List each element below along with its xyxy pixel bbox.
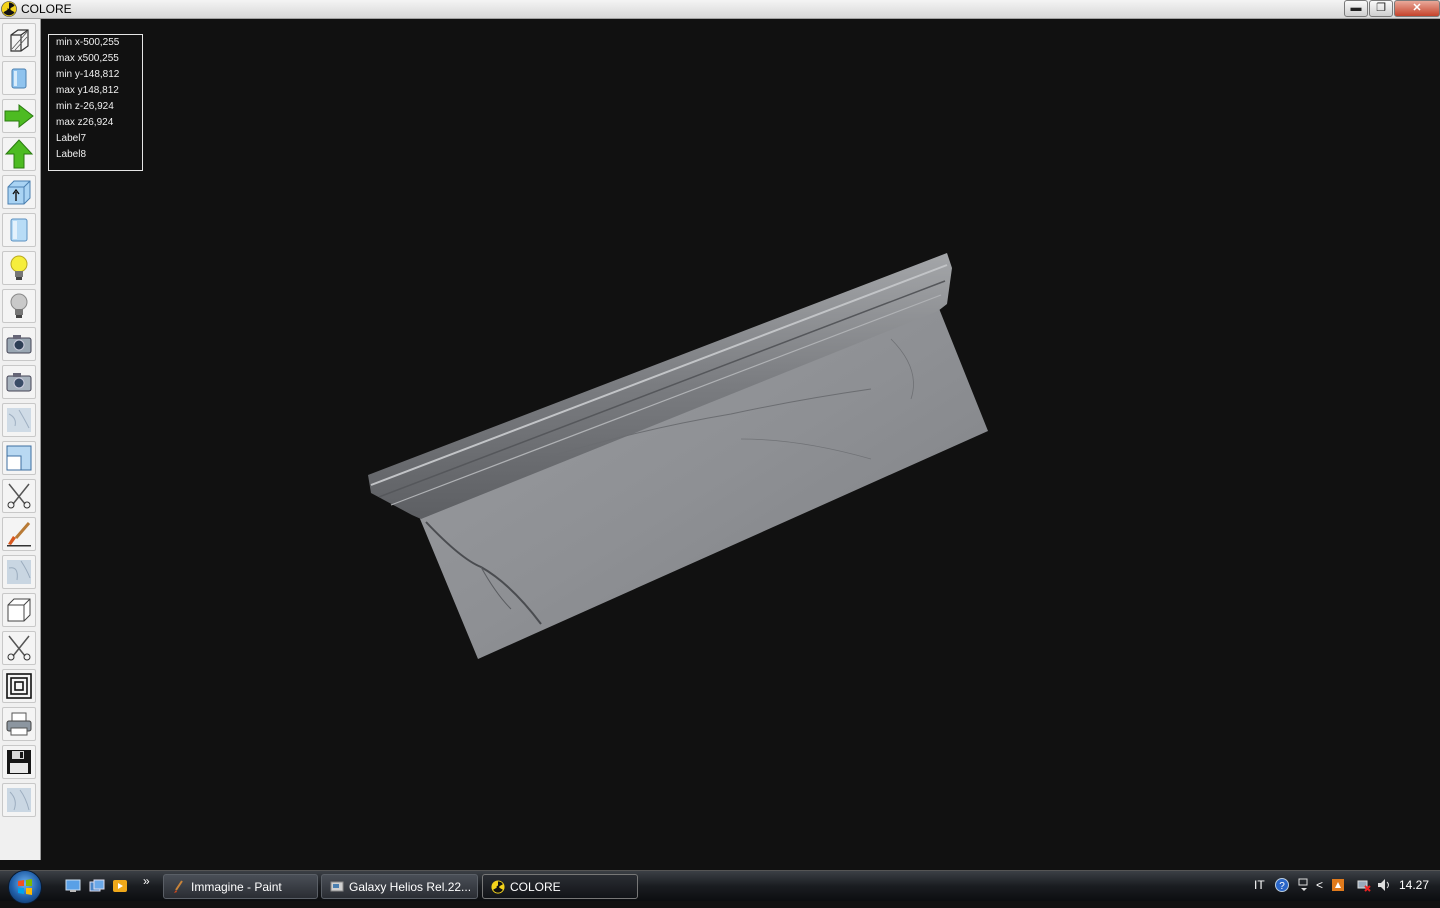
green-arrow-up-icon — [4, 139, 34, 169]
marble-texture-third-icon — [7, 788, 31, 812]
lightbulb-on-icon — [10, 255, 28, 280]
tool-light-on[interactable] — [2, 251, 36, 285]
min-z-label: min z-26,924 — [56, 101, 114, 112]
left-toolbar — [0, 19, 41, 860]
taskbar-button-label: Galaxy Helios Rel.22... — [349, 880, 472, 894]
tool-save[interactable] — [2, 745, 36, 779]
label7: Label7 — [56, 133, 87, 144]
network-adapter-icon[interactable] — [1297, 878, 1311, 892]
tool-wireframe[interactable] — [2, 23, 36, 57]
scissors-icon — [7, 483, 31, 509]
taskbar-button-paint[interactable]: Immagine - Paint — [163, 874, 318, 899]
tool-move-up[interactable] — [2, 137, 36, 171]
tool-box-up[interactable] — [2, 175, 36, 209]
window-title: COLORE — [21, 2, 72, 16]
taskbar-button-label: Immagine - Paint — [191, 880, 282, 894]
floppy-disk-icon — [7, 750, 31, 774]
tool-texture-third[interactable] — [2, 783, 36, 817]
max-z-label: max z26,924 — [56, 117, 114, 128]
marble-cornice-model — [368, 253, 988, 659]
cube-icon — [7, 598, 31, 622]
tool-move-right[interactable] — [2, 99, 36, 133]
volume-icon[interactable] — [1377, 878, 1391, 892]
green-arrow-right-icon — [4, 103, 34, 129]
radiation-app-icon — [491, 880, 505, 894]
cylinder-view-icon — [11, 68, 27, 89]
box-arrow-up-icon — [7, 180, 31, 205]
svg-text:?: ? — [1279, 881, 1285, 892]
help-icon[interactable]: ? — [1275, 878, 1289, 892]
media-player-icon[interactable] — [112, 879, 128, 893]
lightbulb-off-icon — [10, 293, 28, 318]
min-x-label: min x-500,255 — [56, 37, 120, 48]
tool-layers[interactable] — [2, 669, 36, 703]
network-disconnected-icon[interactable] — [1357, 878, 1371, 892]
max-x-label: max x500,255 — [56, 53, 119, 64]
paint-app-icon — [174, 880, 183, 893]
wireframe-box-icon — [10, 29, 29, 52]
bounds-info-panel: min x-500,255 max x500,255 min y-148,812… — [48, 34, 143, 171]
maximize-button[interactable]: ❐ — [1369, 0, 1393, 17]
tool-camera-alt[interactable] — [2, 365, 36, 399]
update-icon[interactable] — [1331, 878, 1345, 892]
tray-expand-chevron[interactable]: < — [1316, 878, 1323, 892]
tool-cut[interactable] — [2, 479, 36, 513]
minimize-button[interactable]: ▬ — [1344, 0, 1368, 17]
scissors-alt-icon — [7, 635, 31, 661]
galaxy-helios-app-icon — [330, 881, 344, 892]
windows-logo-icon — [18, 879, 32, 895]
taskbar-button-galaxy-helios[interactable]: Galaxy Helios Rel.22... — [321, 874, 478, 899]
camera-icon — [6, 335, 32, 354]
tool-light-off[interactable] — [2, 289, 36, 323]
tool-print[interactable] — [2, 707, 36, 741]
printer-icon — [6, 712, 32, 736]
label8: Label8 — [56, 149, 87, 160]
tool-texture-alt[interactable] — [2, 555, 36, 589]
tool-cylinder-view[interactable] — [2, 61, 36, 95]
tool-paint[interactable] — [2, 517, 36, 551]
cylinder-icon — [10, 218, 28, 242]
close-button[interactable]: ✕ — [1394, 0, 1440, 17]
switch-windows-icon[interactable] — [89, 879, 105, 893]
marble-texture-alt-icon — [7, 560, 31, 584]
frame-corner-icon — [6, 445, 32, 471]
show-desktop-icon[interactable] — [65, 879, 81, 893]
marble-texture-icon — [7, 408, 31, 432]
camera-alt-icon — [6, 373, 32, 392]
tool-cube[interactable] — [2, 593, 36, 627]
min-y-label: min y-148,812 — [56, 69, 120, 80]
3d-viewport[interactable] — [41, 19, 1440, 869]
tool-camera[interactable] — [2, 327, 36, 361]
max-y-label: max y148,812 — [56, 85, 119, 96]
taskbar-button-label: COLORE — [510, 880, 561, 894]
clock[interactable]: 14.27 — [1399, 878, 1429, 892]
tool-cut-alt[interactable] — [2, 631, 36, 665]
concentric-squares-icon — [6, 673, 32, 699]
title-bar: COLORE ▬ ❐ ✕ — [0, 0, 1440, 19]
language-indicator[interactable]: IT — [1254, 878, 1265, 892]
start-button[interactable] — [8, 870, 42, 904]
tool-cylinder[interactable] — [2, 213, 36, 247]
radiation-app-icon — [1, 1, 17, 17]
taskbar-button-colore[interactable]: COLORE — [482, 874, 638, 899]
quicklaunch-overflow[interactable]: » — [143, 874, 150, 888]
paintbrush-icon — [7, 522, 31, 547]
taskbar: » Immagine - Paint Galaxy Helios Rel.22.… — [0, 870, 1440, 904]
tool-frame[interactable] — [2, 441, 36, 475]
tool-texture[interactable] — [2, 403, 36, 437]
